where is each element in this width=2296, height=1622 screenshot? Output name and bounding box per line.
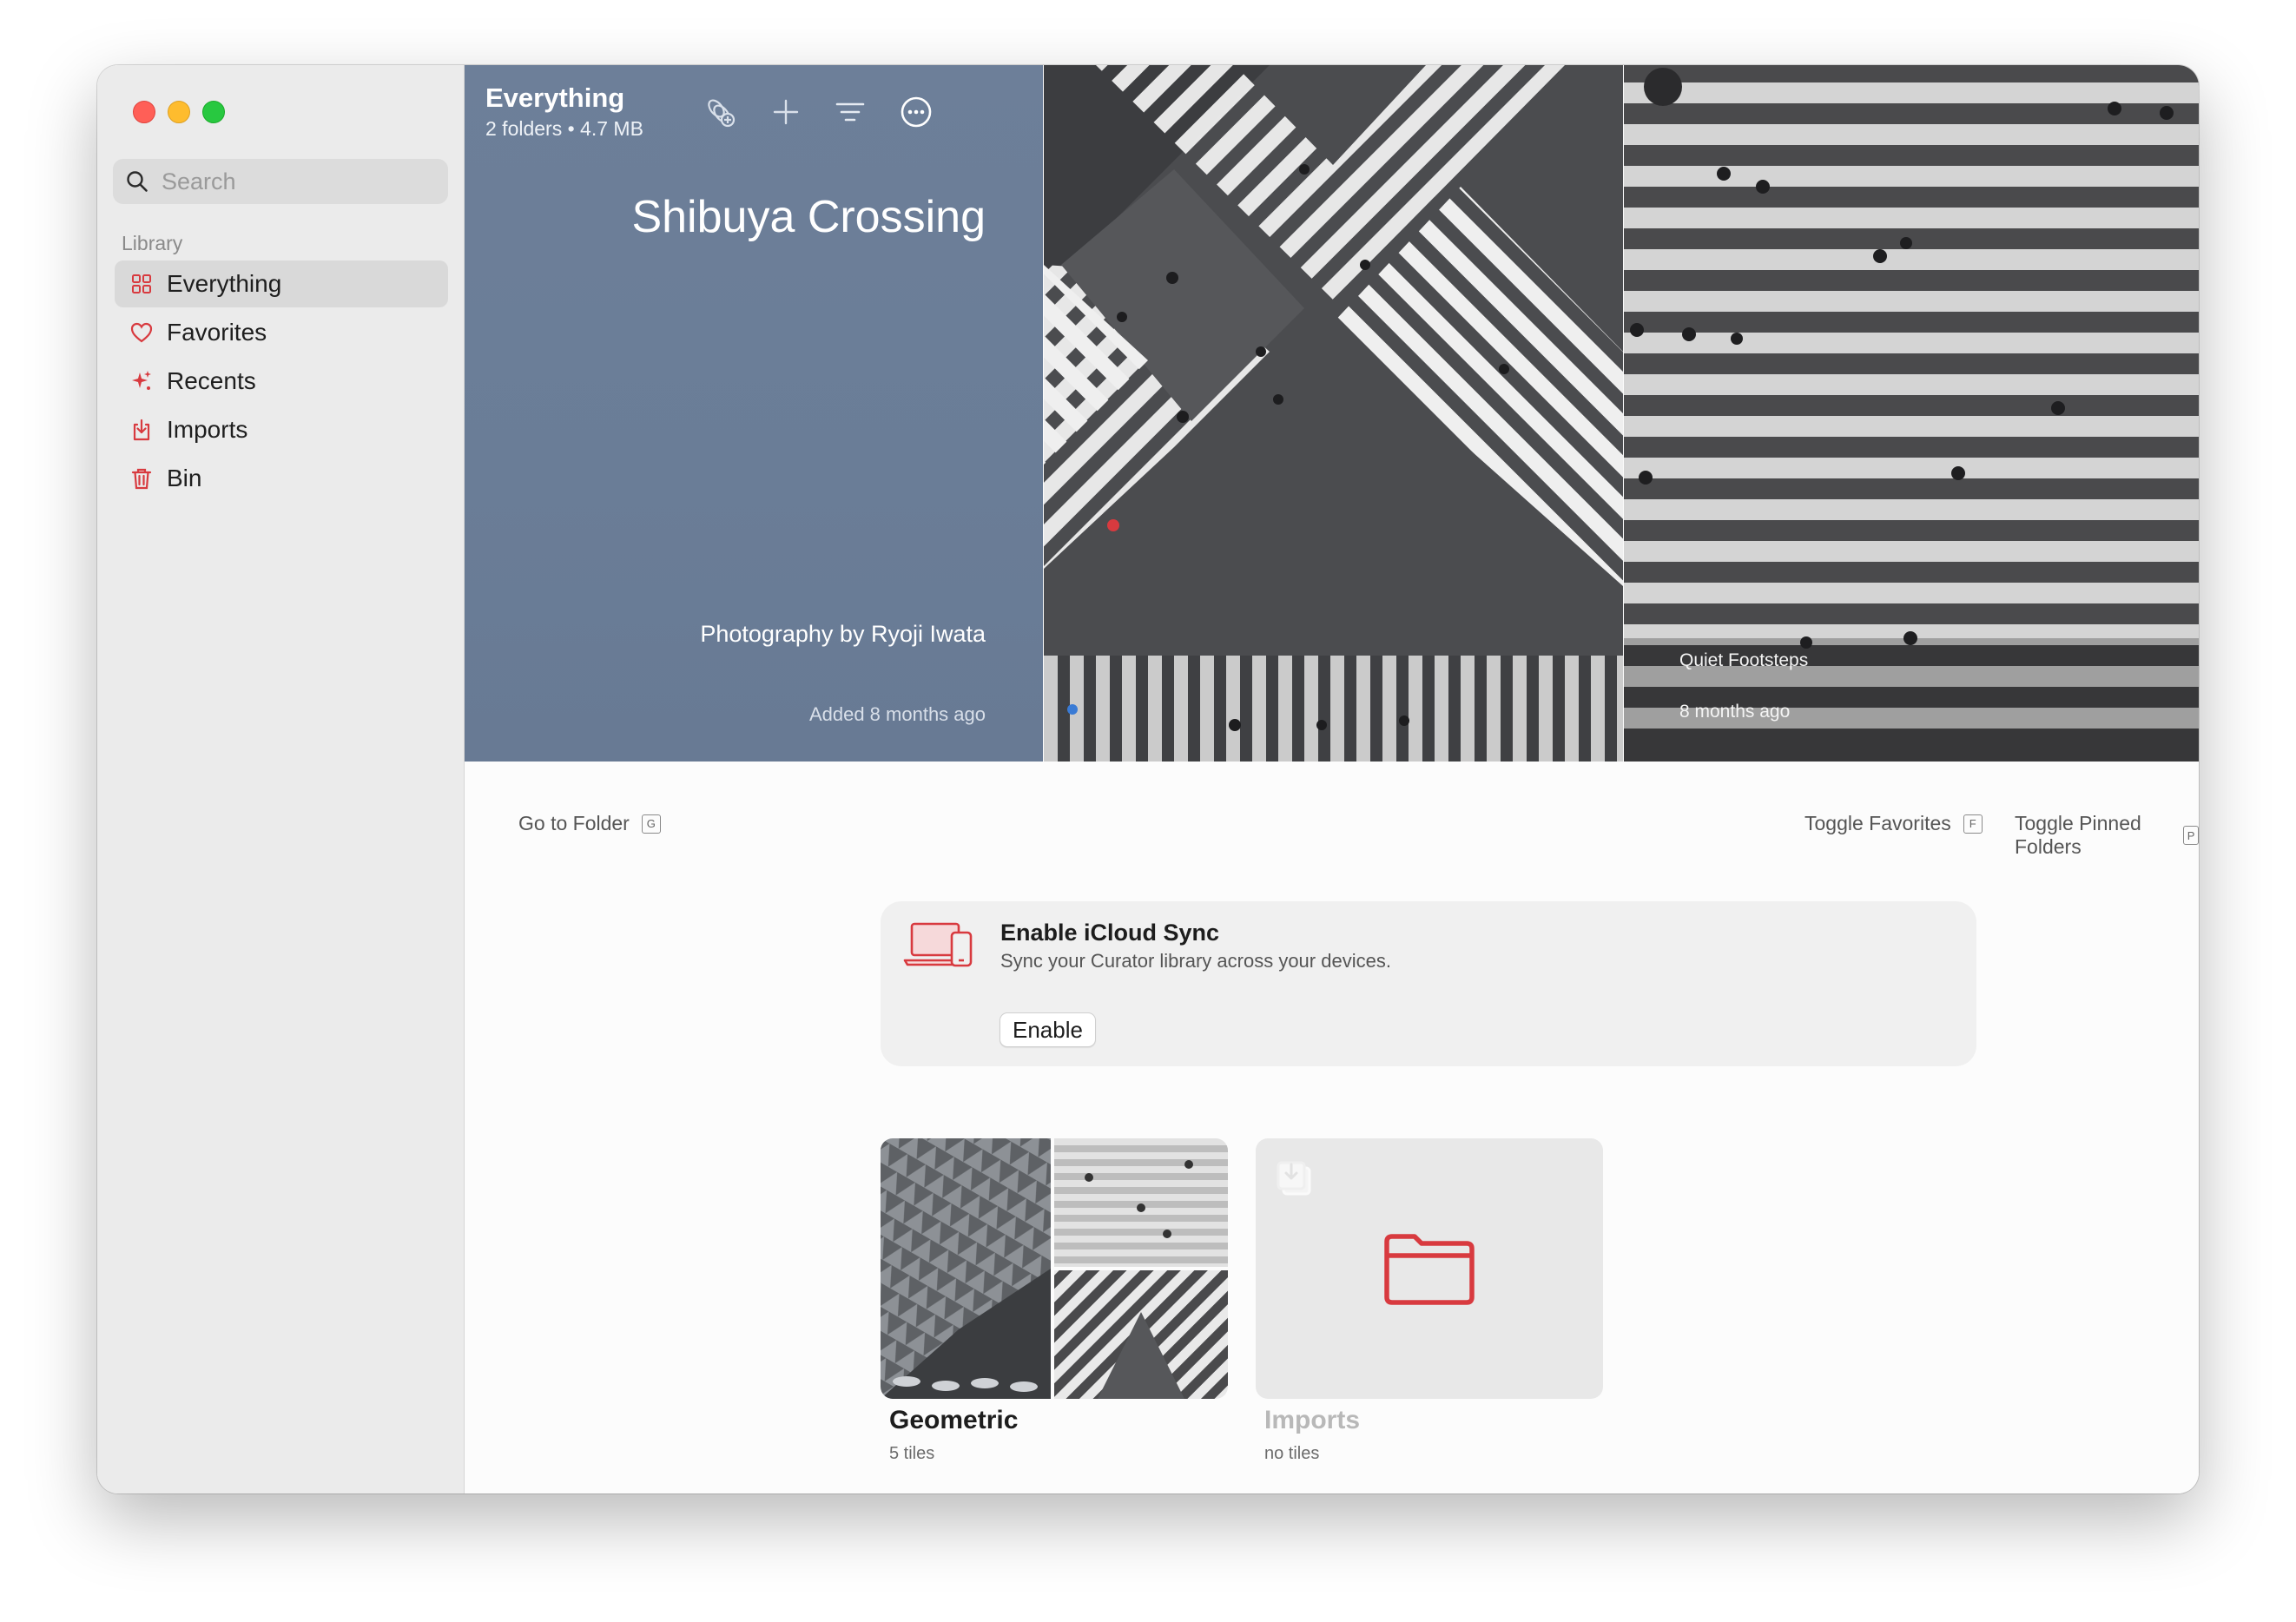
photo-caption-added: 8 months ago — [1679, 702, 1791, 722]
toggle-pinned-folders-shortcut[interactable]: Toggle Pinned Folders P — [2015, 812, 2199, 859]
featured-credit: Photography by Ryoji Iwata — [700, 621, 986, 647]
trash-icon — [127, 464, 156, 493]
sync-title: Enable iCloud Sync — [1000, 920, 1220, 946]
grid-icon — [127, 269, 156, 299]
sparkle-icon — [127, 366, 156, 396]
search-icon — [127, 171, 148, 192]
main-content: Everything 2 folders • 4.7 MB Shibuya Cr… — [465, 65, 2199, 1493]
sidebar-item-imports[interactable]: Imports — [115, 406, 448, 453]
link-add-icon — [708, 99, 736, 128]
toggle-favorites-shortcut[interactable]: Toggle Favorites F — [1804, 812, 1983, 835]
sidebar-item-label: Favorites — [167, 319, 267, 346]
crosswalk-photo-image — [1044, 65, 1623, 762]
icloud-sync-card: Enable iCloud Sync Sync your Curator lib… — [881, 901, 1976, 1066]
folder-thumbnail — [1256, 1138, 1603, 1399]
geometric-collage-image — [881, 1138, 1228, 1399]
import-icon — [1277, 1161, 1311, 1196]
minimize-window-button[interactable] — [168, 101, 190, 123]
sidebar-item-label: Bin — [167, 465, 202, 491]
library-section-label: Library — [122, 232, 183, 254]
sort-filter-button[interactable] — [831, 93, 869, 131]
shortcut-label: Toggle Favorites — [1804, 812, 1951, 834]
featured-title: Shibuya Crossing — [631, 192, 986, 242]
featured-panel[interactable]: Everything 2 folders • 4.7 MB Shibuya Cr… — [465, 65, 1043, 762]
shortcut-key: G — [641, 814, 661, 834]
plus-icon — [773, 99, 799, 125]
folder-thumbnail — [881, 1138, 1228, 1399]
sidebar-item-everything[interactable]: Everything — [115, 260, 448, 307]
sidebar-item-label: Recents — [167, 367, 256, 394]
shortcut-key: P — [2183, 826, 2199, 845]
folder-tile-count: no tiles — [1264, 1444, 1320, 1463]
heart-icon — [127, 318, 156, 347]
folder-card-imports[interactable]: Imports no tiles — [1256, 1138, 1603, 1464]
ellipsis-circle-icon — [901, 96, 932, 128]
folder-name: Imports — [1264, 1406, 1361, 1434]
sidebar-item-label: Everything — [167, 270, 282, 297]
add-button[interactable] — [767, 93, 805, 131]
more-options-button[interactable] — [897, 93, 935, 131]
folder-name: Geometric — [889, 1406, 1019, 1434]
enable-sync-button[interactable]: Enable — [1000, 1012, 1096, 1047]
sidebar-item-recents[interactable]: Recents — [115, 358, 448, 405]
sidebar-nav: Everything Favorites Recents Imports Bin — [115, 260, 448, 504]
sync-description: Sync your Curator library across your de… — [1000, 950, 1391, 972]
app-window: Library Everything Favorites — [97, 65, 2199, 1493]
sidebar-item-label: Imports — [167, 416, 248, 443]
laptop-phone-icon — [903, 922, 973, 967]
search-field[interactable] — [113, 159, 448, 204]
featured-photo-footsteps[interactable]: Quiet Footsteps 8 months ago — [1624, 65, 2199, 762]
search-input[interactable] — [160, 167, 424, 196]
folder-tile-count: 5 tiles — [889, 1444, 935, 1463]
shortcut-label: Toggle Pinned Folders — [2015, 812, 2141, 858]
library-title: Everything — [485, 82, 625, 113]
library-summary: 2 folders • 4.7 MB — [485, 117, 643, 140]
add-link-button[interactable] — [701, 93, 739, 131]
filter-lines-icon — [835, 102, 865, 122]
photo-caption-title: Quiet Footsteps — [1679, 650, 1809, 670]
close-window-button[interactable] — [133, 101, 155, 123]
folder-card-geometric[interactable]: Geometric 5 tiles — [881, 1138, 1228, 1464]
go-to-folder-shortcut[interactable]: Go to Folder G — [518, 812, 661, 835]
shortcut-label: Go to Folder — [518, 812, 630, 834]
zoom-window-button[interactable] — [202, 101, 225, 123]
featured-photo-crossing[interactable] — [1044, 65, 1623, 762]
shortcut-key: F — [1963, 814, 1983, 834]
folder-icon — [1384, 1234, 1475, 1305]
featured-banner: Everything 2 folders • 4.7 MB Shibuya Cr… — [465, 65, 2199, 762]
import-icon — [127, 415, 156, 445]
sidebar: Library Everything Favorites — [97, 65, 465, 1493]
sidebar-item-bin[interactable]: Bin — [115, 455, 448, 502]
sidebar-item-favorites[interactable]: Favorites — [115, 309, 448, 356]
featured-added-date: Added 8 months ago — [808, 703, 986, 725]
